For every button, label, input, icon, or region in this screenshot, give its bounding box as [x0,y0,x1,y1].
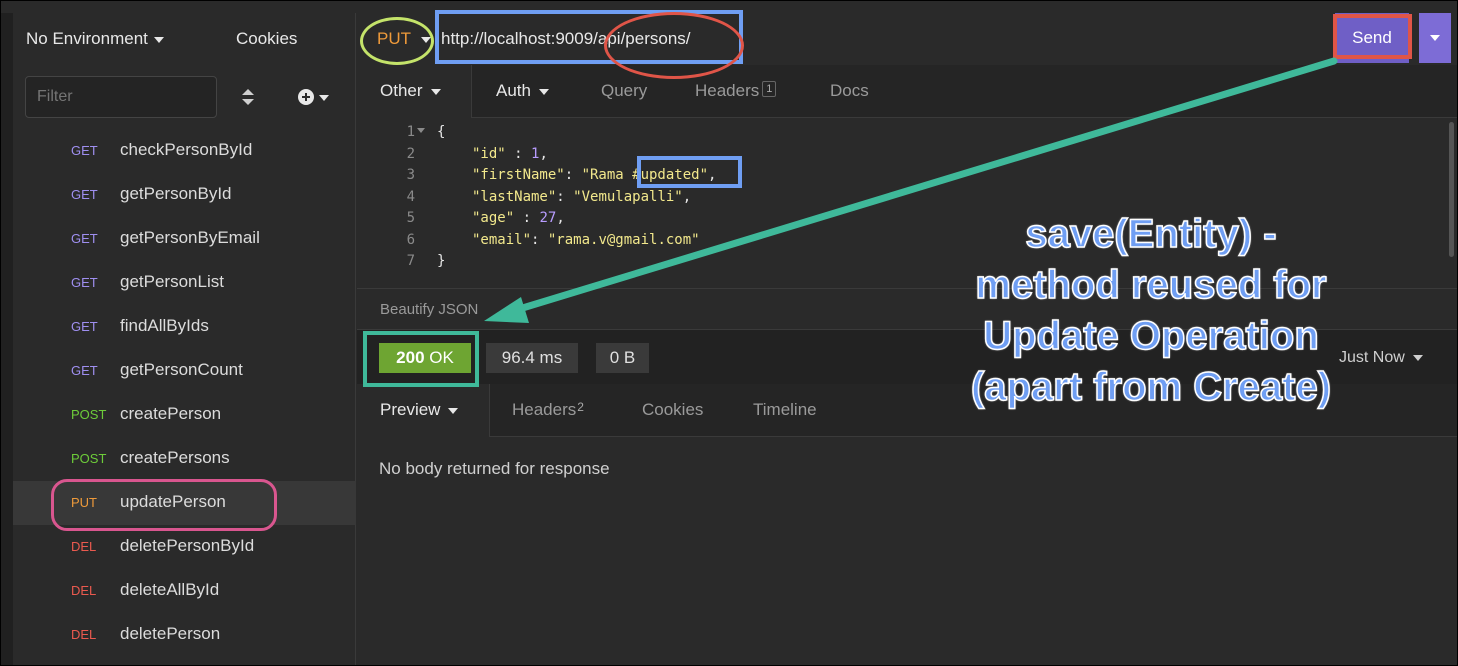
annotation-line: Update Operation [982,313,1319,359]
annotation-line: save(Entity) - [1025,211,1278,257]
annotation-line: (apart from Create) [970,364,1332,410]
annotation-line: method reused for [975,262,1328,308]
annotation-callout: save(Entity) - method reused for Update … [901,209,1401,413]
app-window: No Environment Cookies GETcheckPersonByI… [0,0,1458,666]
